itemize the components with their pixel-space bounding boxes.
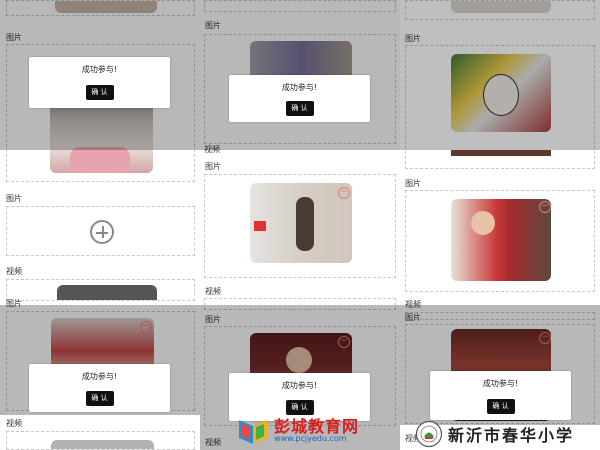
confirm-button[interactable]: 确 认 — [85, 85, 114, 100]
upload-slot-right-2[interactable]: − — [405, 190, 595, 292]
video-thumbnail — [51, 440, 154, 449]
confirm-button[interactable]: 确 认 — [486, 399, 515, 414]
dialog-message: 成功参与! — [81, 372, 118, 381]
field-label-image: 图片 — [405, 179, 421, 188]
minus-circle-icon[interactable]: − — [539, 201, 551, 213]
success-dialog: 成功参与! 确 认 — [29, 364, 170, 412]
photo-thumbnail-strip — [451, 150, 551, 156]
add-image-slot[interactable] — [6, 206, 195, 256]
success-dialog: 成功参与! 确 认 — [29, 57, 170, 108]
success-dialog: 成功参与! 确 认 — [229, 75, 370, 122]
field-label-image: 图片 — [205, 162, 221, 171]
field-label-video: 视频 — [6, 267, 22, 276]
video-thumbnail — [57, 285, 157, 300]
dialog-message: 成功参与! — [281, 381, 318, 390]
field-label-video: 视频 — [6, 419, 22, 428]
school-seal-icon — [415, 420, 443, 448]
dialog-message: 成功参与! — [81, 65, 118, 74]
confirm-button[interactable]: 确 认 — [285, 101, 314, 116]
photo-thumbnail — [451, 199, 551, 281]
plus-circle-icon[interactable] — [90, 220, 114, 244]
field-label-video: 视频 — [205, 287, 221, 296]
modal-backdrop — [400, 0, 600, 150]
upload-slot-mid-2[interactable]: − — [204, 174, 396, 278]
upload-slot-left-video-2[interactable] — [6, 431, 195, 450]
school-watermark: 新沂市春华小学 — [415, 419, 595, 449]
dialog-message: 成功参与! — [482, 379, 519, 388]
field-label-image: 图片 — [6, 194, 22, 203]
success-dialog: 成功参与! 确 认 — [430, 371, 571, 420]
book-logo-icon — [239, 420, 267, 444]
site-url: www.pcjyedu.com — [274, 434, 347, 443]
dialog-message: 成功参与! — [281, 83, 318, 92]
upload-slot-left-video[interactable] — [6, 279, 195, 301]
school-name: 新沂市春华小学 — [448, 426, 575, 445]
screenshot-stage: 图片 图片 视频 图片 − 视频 图片 视频 图片 − 视频 图片 − 视频 图… — [0, 0, 600, 450]
minus-circle-icon[interactable]: − — [338, 187, 350, 199]
site-watermark: 彭城教育网 www.pcjyedu.com — [236, 412, 371, 446]
photo-thumbnail — [250, 183, 352, 263]
confirm-button[interactable]: 确 认 — [85, 391, 114, 406]
